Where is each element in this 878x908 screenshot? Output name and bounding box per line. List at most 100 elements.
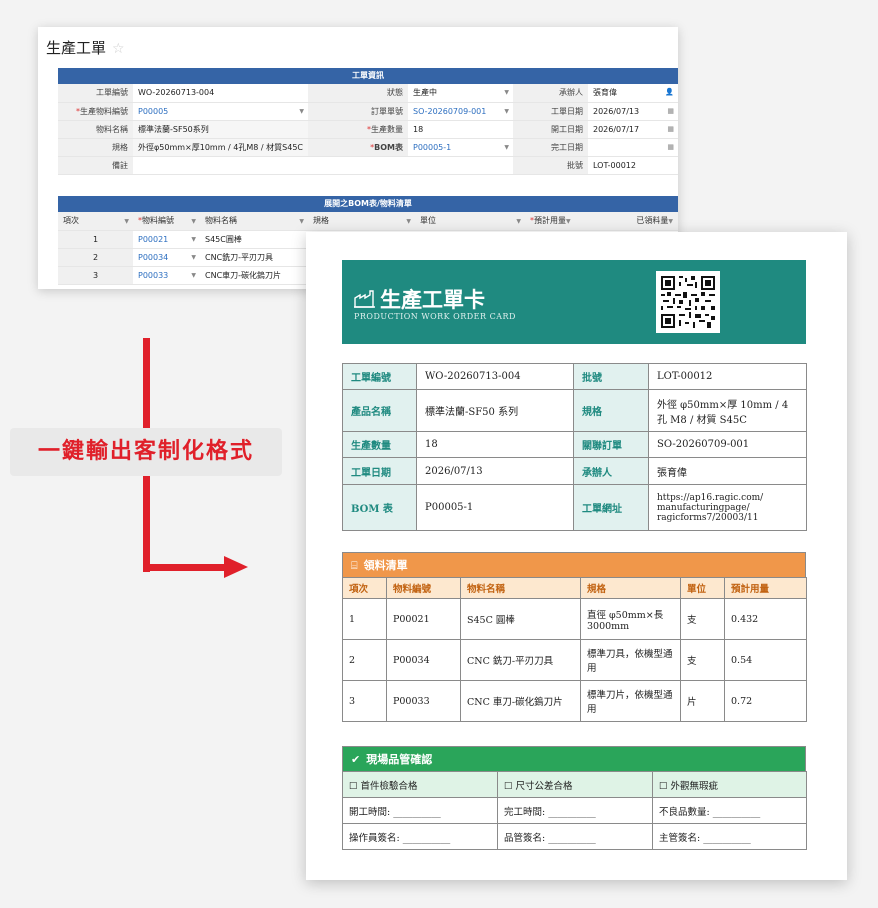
mat-col-unit: 單位 — [680, 577, 725, 599]
card-info-label: 批號 — [573, 363, 649, 390]
favorite-star-icon[interactable]: ☆ — [112, 41, 125, 57]
qr-code-pattern — [661, 276, 715, 328]
check-icon: ✔ — [351, 753, 361, 766]
item-code-value: P00005 — [138, 106, 169, 116]
card-info-label: 關聯訂單 — [573, 431, 649, 458]
mat-no: 1 — [342, 598, 387, 640]
chevron-down-icon: ▼ — [191, 235, 196, 243]
callout-label: 一鍵輸出客制化格式 — [10, 428, 282, 476]
qty-label: *生產數量 — [308, 120, 408, 139]
qc-defect-count: 不良品數量: __________ — [652, 797, 807, 824]
bom-col-unit[interactable]: 單位 ▼ — [415, 212, 525, 231]
order-value: SO-20260709-001 — [413, 106, 487, 116]
card-info-label: 產品名稱 — [342, 389, 417, 432]
mat-code: P00021 — [386, 598, 461, 640]
lot-field[interactable]: LOT-00012 — [588, 156, 678, 175]
table-row: 1 P00021 S45C 圓棒 直徑 φ50mm×長 3000mm 支 0.4… — [342, 598, 807, 640]
mat-code: P00034 — [386, 639, 461, 681]
wo-field[interactable]: WO-20260713-004 — [133, 84, 308, 103]
table-row: 3 P00033 CNC 車刀-碳化鎢刀片 標準刀片，依機型通用 片 0.72 — [342, 680, 807, 722]
item-code-label: *生產物料編號 — [58, 102, 133, 121]
calendar-icon: ▦ — [667, 106, 674, 115]
bom-col-code[interactable]: *物料編號 ▼ — [133, 212, 200, 231]
factory-icon — [354, 290, 375, 308]
bom-select[interactable]: P00005-1 ▼ — [408, 138, 513, 157]
chevron-down-icon: ▼ — [504, 89, 509, 96]
mat-unit: 片 — [680, 680, 725, 722]
mat-name: CNC 銑刀-平刃刀具 — [460, 639, 581, 681]
chevron-down-icon: ▼ — [191, 253, 196, 261]
mat-col-qty: 預計用量 — [724, 577, 807, 599]
bom-row-no: 1 — [58, 230, 133, 249]
mat-col-no: 項次 — [342, 577, 387, 599]
handler-field[interactable]: 張育偉 👤 — [588, 84, 678, 103]
card-header: 生產工單卡 PRODUCTION WORK ORDER CARD — [342, 260, 806, 344]
finish-date-label: 完工日期 — [513, 138, 588, 157]
note-field[interactable] — [133, 156, 513, 175]
mat-col-name: 物料名稱 — [460, 577, 581, 599]
spec-label: 規格 — [58, 138, 133, 157]
status-value: 生產中 — [413, 88, 437, 98]
qc-time-row: 開工時間: __________ 完工時間: __________ 不良品數量:… — [342, 797, 807, 824]
handler-label: 承辦人 — [513, 84, 588, 103]
mat-qty: 0.72 — [724, 680, 807, 722]
card-info-value: LOT-00012 — [648, 363, 807, 390]
mat-name: S45C 圓棒 — [460, 598, 581, 640]
mat-spec: 直徑 φ50mm×長 3000mm — [580, 598, 681, 640]
bom-header-row: 項次 ▼ *物料編號 ▼ 物料名稱 ▼ 規格 ▼ 單位 ▼ *預計用量▼ 已領料量▼ — [58, 212, 678, 231]
item-code-select[interactable]: P00005 ▼ — [133, 102, 308, 121]
bom-col-name[interactable]: 物料名稱 ▼ — [200, 212, 308, 231]
bom-col-spec[interactable]: 規格 ▼ — [308, 212, 415, 231]
bom-row-code[interactable]: P00033 ▼ — [133, 266, 200, 285]
checkbox-icon: ☐ — [659, 780, 671, 792]
bom-row-code[interactable]: P00034 ▼ — [133, 248, 200, 267]
status-select[interactable]: 生產中 ▼ — [408, 84, 513, 103]
chevron-down-icon: ▼ — [191, 218, 196, 225]
qc-check-appearance[interactable]: ☐ 外觀無瑕疵 — [652, 771, 807, 798]
card-url-value: https://ap16.ragic.com/ manufacturingpag… — [648, 484, 807, 531]
mat-unit: 支 — [680, 598, 725, 640]
card-info-table: 工單編號 WO-20260713-004 批號 LOT-00012 產品名稱 標… — [342, 363, 807, 531]
bom-row-no: 2 — [58, 248, 133, 267]
form-title: 生產工單 ☆ — [46, 37, 125, 58]
wo-date-field[interactable]: 2026/07/13 ▦ — [588, 102, 678, 121]
chevron-down-icon: ▼ — [504, 143, 509, 151]
arrow-right-icon — [224, 556, 248, 578]
card-info-value: WO-20260713-004 — [416, 363, 574, 390]
card-subtitle: PRODUCTION WORK ORDER CARD — [354, 312, 516, 321]
mat-no: 3 — [342, 680, 387, 722]
checkbox-icon: ☐ — [349, 780, 361, 792]
item-name-label: 物料名稱 — [58, 120, 133, 139]
start-date-value: 2026/07/17 — [593, 124, 640, 134]
chevron-down-icon: ▼ — [406, 218, 411, 225]
bom-row-name: CNC銑刀-平刃刀具 — [200, 248, 308, 267]
qr-code-icon — [656, 271, 720, 333]
bom-row-no: 3 — [58, 266, 133, 285]
bom-col-no[interactable]: 項次 ▼ — [58, 212, 133, 231]
mat-unit: 支 — [680, 639, 725, 681]
mat-spec: 標準刀具，依機型通用 — [580, 639, 681, 681]
wo-date-value: 2026/07/13 — [593, 106, 640, 116]
chevron-down-icon: ▼ — [668, 218, 673, 226]
qc-operator-signature: 操作員簽名: __________ — [342, 823, 498, 850]
item-name-value: 標準法蘭-SF50系列 — [133, 120, 308, 139]
finish-date-field[interactable]: ▦ — [588, 138, 678, 157]
info-section-header: 工單資訊 — [58, 68, 678, 84]
info-table: 工單編號 WO-20260713-004 狀態 生產中 ▼ 承辦人 張育偉 👤 *生… — [58, 84, 678, 175]
bom-col-planned[interactable]: *預計用量▼ — [525, 212, 613, 231]
qc-check-first-article[interactable]: ☐ 首件檢驗合格 — [342, 771, 498, 798]
mat-col-spec: 規格 — [580, 577, 681, 599]
start-date-field[interactable]: 2026/07/17 ▦ — [588, 120, 678, 139]
handler-value: 張育偉 — [593, 88, 617, 98]
bom-col-issued[interactable]: 已領料量▼ — [613, 212, 678, 231]
qty-field[interactable]: 18 — [408, 120, 513, 139]
qc-signature-row: 操作員簽名: __________ 品管簽名: __________ 主管簽名:… — [342, 823, 807, 850]
card-title: 生產工單卡 — [380, 287, 485, 312]
bom-row-code[interactable]: P00021 ▼ — [133, 230, 200, 249]
order-select[interactable]: SO-20260709-001 ▼ — [408, 102, 513, 121]
spec-value: 外徑φ50mm×厚10mm / 4孔M8 / 材質S45C — [133, 138, 308, 157]
bom-row-name: S45C圓棒 — [200, 230, 308, 249]
calendar-icon: ▦ — [667, 124, 674, 133]
card-info-label: 工單網址 — [573, 484, 649, 531]
qc-check-tolerance[interactable]: ☐ 尺寸公差合格 — [497, 771, 653, 798]
